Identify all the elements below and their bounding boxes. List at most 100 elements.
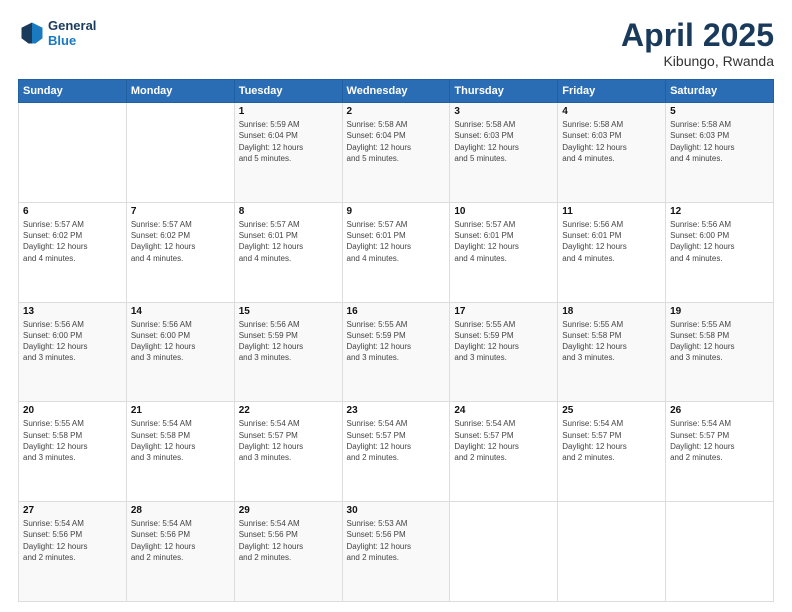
day-number: 3 bbox=[454, 106, 553, 117]
day-info: Sunrise: 5:58 AM Sunset: 6:04 PM Dayligh… bbox=[347, 119, 446, 164]
day-cell-2-2: 15Sunrise: 5:56 AM Sunset: 5:59 PM Dayli… bbox=[234, 302, 342, 402]
day-info: Sunrise: 5:55 AM Sunset: 5:58 PM Dayligh… bbox=[670, 319, 769, 364]
day-cell-0-3: 2 Sunrise: 5:58 AM Sunset: 6:04 PM Daylig… bbox=[342, 103, 450, 203]
calendar-header-row: Sunday Monday Tuesday Wednesday Thursday… bbox=[19, 80, 774, 103]
day-cell-2-3: 16 Sunrise: 5:55 AM Sunset: 5:59 PM Dayli… bbox=[342, 302, 450, 402]
logo: General Blue bbox=[18, 18, 96, 48]
day-cell-4-0: 27 Sunrise: 5:54 AM Sunset: 5:56 PM Dayli… bbox=[19, 502, 127, 602]
day-cell-2-1: 14 Sunrise: 5:56 AM Sunset: 6:00 PM Dayli… bbox=[126, 302, 234, 402]
day-info: Sunrise: 5:55 AM Sunset: 5:59 PM Dayligh… bbox=[454, 319, 553, 364]
day-number: 23 bbox=[347, 405, 446, 416]
day-info: Sunrise: 5:56 AM Sunset: 6:00 PM Dayligh… bbox=[670, 219, 769, 264]
day-number: 7 bbox=[131, 206, 230, 217]
day-number: 24 bbox=[454, 405, 553, 416]
day-number: 25 bbox=[562, 405, 661, 416]
day-info: Sunrise: 5:55 AM Sunset: 5:58 PM Dayligh… bbox=[23, 418, 122, 463]
week-row-3: 20 Sunrise: 5:55 AM Sunset: 5:58 PM Dayli… bbox=[19, 402, 774, 502]
day-cell-0-6: 5Sunrise: 5:58 AM Sunset: 6:03 PM Daylig… bbox=[666, 103, 774, 203]
day-info: Sunrise: 5:54 AM Sunset: 5:57 PM Dayligh… bbox=[239, 418, 338, 463]
day-info: Sunrise: 5:56 AM Sunset: 6:00 PM Dayligh… bbox=[23, 319, 122, 364]
week-row-1: 6 Sunrise: 5:57 AM Sunset: 6:02 PM Daylig… bbox=[19, 202, 774, 302]
day-info: Sunrise: 5:54 AM Sunset: 5:57 PM Dayligh… bbox=[670, 418, 769, 463]
day-number: 11 bbox=[562, 206, 661, 217]
header-sunday: Sunday bbox=[19, 80, 127, 103]
day-cell-2-5: 18Sunrise: 5:55 AM Sunset: 5:58 PM Dayli… bbox=[558, 302, 666, 402]
day-cell-4-6 bbox=[666, 502, 774, 602]
day-number: 15 bbox=[239, 306, 338, 317]
day-info: Sunrise: 5:54 AM Sunset: 5:57 PM Dayligh… bbox=[562, 418, 661, 463]
header-friday: Friday bbox=[558, 80, 666, 103]
day-cell-4-3: 30Sunrise: 5:53 AM Sunset: 5:56 PM Dayli… bbox=[342, 502, 450, 602]
day-number: 19 bbox=[670, 306, 769, 317]
day-info: Sunrise: 5:54 AM Sunset: 5:56 PM Dayligh… bbox=[239, 518, 338, 563]
day-info: Sunrise: 5:57 AM Sunset: 6:01 PM Dayligh… bbox=[239, 219, 338, 264]
day-info: Sunrise: 5:59 AM Sunset: 6:04 PM Dayligh… bbox=[239, 119, 338, 164]
day-cell-4-4 bbox=[450, 502, 558, 602]
day-info: Sunrise: 5:58 AM Sunset: 6:03 PM Dayligh… bbox=[454, 119, 553, 164]
day-cell-1-0: 6 Sunrise: 5:57 AM Sunset: 6:02 PM Daylig… bbox=[19, 202, 127, 302]
day-cell-2-0: 13 Sunrise: 5:56 AM Sunset: 6:00 PM Dayli… bbox=[19, 302, 127, 402]
day-number: 1 bbox=[239, 106, 338, 117]
day-cell-3-2: 22 Sunrise: 5:54 AM Sunset: 5:57 PM Dayli… bbox=[234, 402, 342, 502]
day-info: Sunrise: 5:54 AM Sunset: 5:57 PM Dayligh… bbox=[347, 418, 446, 463]
day-cell-1-1: 7 Sunrise: 5:57 AM Sunset: 6:02 PM Daylig… bbox=[126, 202, 234, 302]
day-number: 6 bbox=[23, 206, 122, 217]
day-info: Sunrise: 5:57 AM Sunset: 6:02 PM Dayligh… bbox=[131, 219, 230, 264]
day-number: 20 bbox=[23, 405, 122, 416]
page: General Blue April 2025 Kibungo, Rwanda … bbox=[0, 0, 792, 612]
week-row-2: 13 Sunrise: 5:56 AM Sunset: 6:00 PM Dayli… bbox=[19, 302, 774, 402]
header-wednesday: Wednesday bbox=[342, 80, 450, 103]
day-number: 29 bbox=[239, 505, 338, 516]
header-saturday: Saturday bbox=[666, 80, 774, 103]
day-cell-0-5: 4 Sunrise: 5:58 AM Sunset: 6:03 PM Daylig… bbox=[558, 103, 666, 203]
day-cell-3-3: 23 Sunrise: 5:54 AM Sunset: 5:57 PM Dayli… bbox=[342, 402, 450, 502]
day-cell-2-4: 17Sunrise: 5:55 AM Sunset: 5:59 PM Dayli… bbox=[450, 302, 558, 402]
day-cell-4-2: 29 Sunrise: 5:54 AM Sunset: 5:56 PM Dayli… bbox=[234, 502, 342, 602]
day-cell-0-0 bbox=[19, 103, 127, 203]
day-info: Sunrise: 5:57 AM Sunset: 6:01 PM Dayligh… bbox=[347, 219, 446, 264]
day-info: Sunrise: 5:57 AM Sunset: 6:01 PM Dayligh… bbox=[454, 219, 553, 264]
day-info: Sunrise: 5:55 AM Sunset: 5:59 PM Dayligh… bbox=[347, 319, 446, 364]
day-number: 2 bbox=[347, 106, 446, 117]
day-info: Sunrise: 5:54 AM Sunset: 5:57 PM Dayligh… bbox=[454, 418, 553, 463]
header-tuesday: Tuesday bbox=[234, 80, 342, 103]
day-info: Sunrise: 5:56 AM Sunset: 6:00 PM Dayligh… bbox=[131, 319, 230, 364]
day-number: 8 bbox=[239, 206, 338, 217]
day-cell-3-4: 24 Sunrise: 5:54 AM Sunset: 5:57 PM Dayli… bbox=[450, 402, 558, 502]
day-number: 9 bbox=[347, 206, 446, 217]
day-info: Sunrise: 5:58 AM Sunset: 6:03 PM Dayligh… bbox=[670, 119, 769, 164]
day-info: Sunrise: 5:53 AM Sunset: 5:56 PM Dayligh… bbox=[347, 518, 446, 563]
day-number: 16 bbox=[347, 306, 446, 317]
day-number: 13 bbox=[23, 306, 122, 317]
day-cell-4-1: 28Sunrise: 5:54 AM Sunset: 5:56 PM Dayli… bbox=[126, 502, 234, 602]
day-number: 21 bbox=[131, 405, 230, 416]
day-cell-4-5 bbox=[558, 502, 666, 602]
week-row-4: 27 Sunrise: 5:54 AM Sunset: 5:56 PM Dayli… bbox=[19, 502, 774, 602]
week-row-0: 1 Sunrise: 5:59 AM Sunset: 6:04 PM Daylig… bbox=[19, 103, 774, 203]
day-number: 27 bbox=[23, 505, 122, 516]
calendar-title: April 2025 bbox=[621, 18, 774, 53]
day-info: Sunrise: 5:57 AM Sunset: 6:02 PM Dayligh… bbox=[23, 219, 122, 264]
calendar-table: Sunday Monday Tuesday Wednesday Thursday… bbox=[18, 79, 774, 602]
day-number: 28 bbox=[131, 505, 230, 516]
day-number: 14 bbox=[131, 306, 230, 317]
day-info: Sunrise: 5:58 AM Sunset: 6:03 PM Dayligh… bbox=[562, 119, 661, 164]
day-cell-3-1: 21 Sunrise: 5:54 AM Sunset: 5:58 PM Dayli… bbox=[126, 402, 234, 502]
day-number: 26 bbox=[670, 405, 769, 416]
day-cell-3-6: 26 Sunrise: 5:54 AM Sunset: 5:57 PM Dayli… bbox=[666, 402, 774, 502]
day-number: 12 bbox=[670, 206, 769, 217]
day-number: 4 bbox=[562, 106, 661, 117]
header-thursday: Thursday bbox=[450, 80, 558, 103]
day-cell-1-4: 10Sunrise: 5:57 AM Sunset: 6:01 PM Dayli… bbox=[450, 202, 558, 302]
header: General Blue April 2025 Kibungo, Rwanda bbox=[18, 18, 774, 69]
day-cell-0-2: 1 Sunrise: 5:59 AM Sunset: 6:04 PM Daylig… bbox=[234, 103, 342, 203]
day-info: Sunrise: 5:54 AM Sunset: 5:56 PM Dayligh… bbox=[23, 518, 122, 563]
logo-icon bbox=[18, 19, 46, 47]
day-cell-3-5: 25 Sunrise: 5:54 AM Sunset: 5:57 PM Dayli… bbox=[558, 402, 666, 502]
day-number: 22 bbox=[239, 405, 338, 416]
day-info: Sunrise: 5:54 AM Sunset: 5:58 PM Dayligh… bbox=[131, 418, 230, 463]
day-cell-0-4: 3 Sunrise: 5:58 AM Sunset: 6:03 PM Daylig… bbox=[450, 103, 558, 203]
day-number: 18 bbox=[562, 306, 661, 317]
logo-text: General Blue bbox=[48, 18, 96, 48]
day-cell-2-6: 19 Sunrise: 5:55 AM Sunset: 5:58 PM Dayli… bbox=[666, 302, 774, 402]
